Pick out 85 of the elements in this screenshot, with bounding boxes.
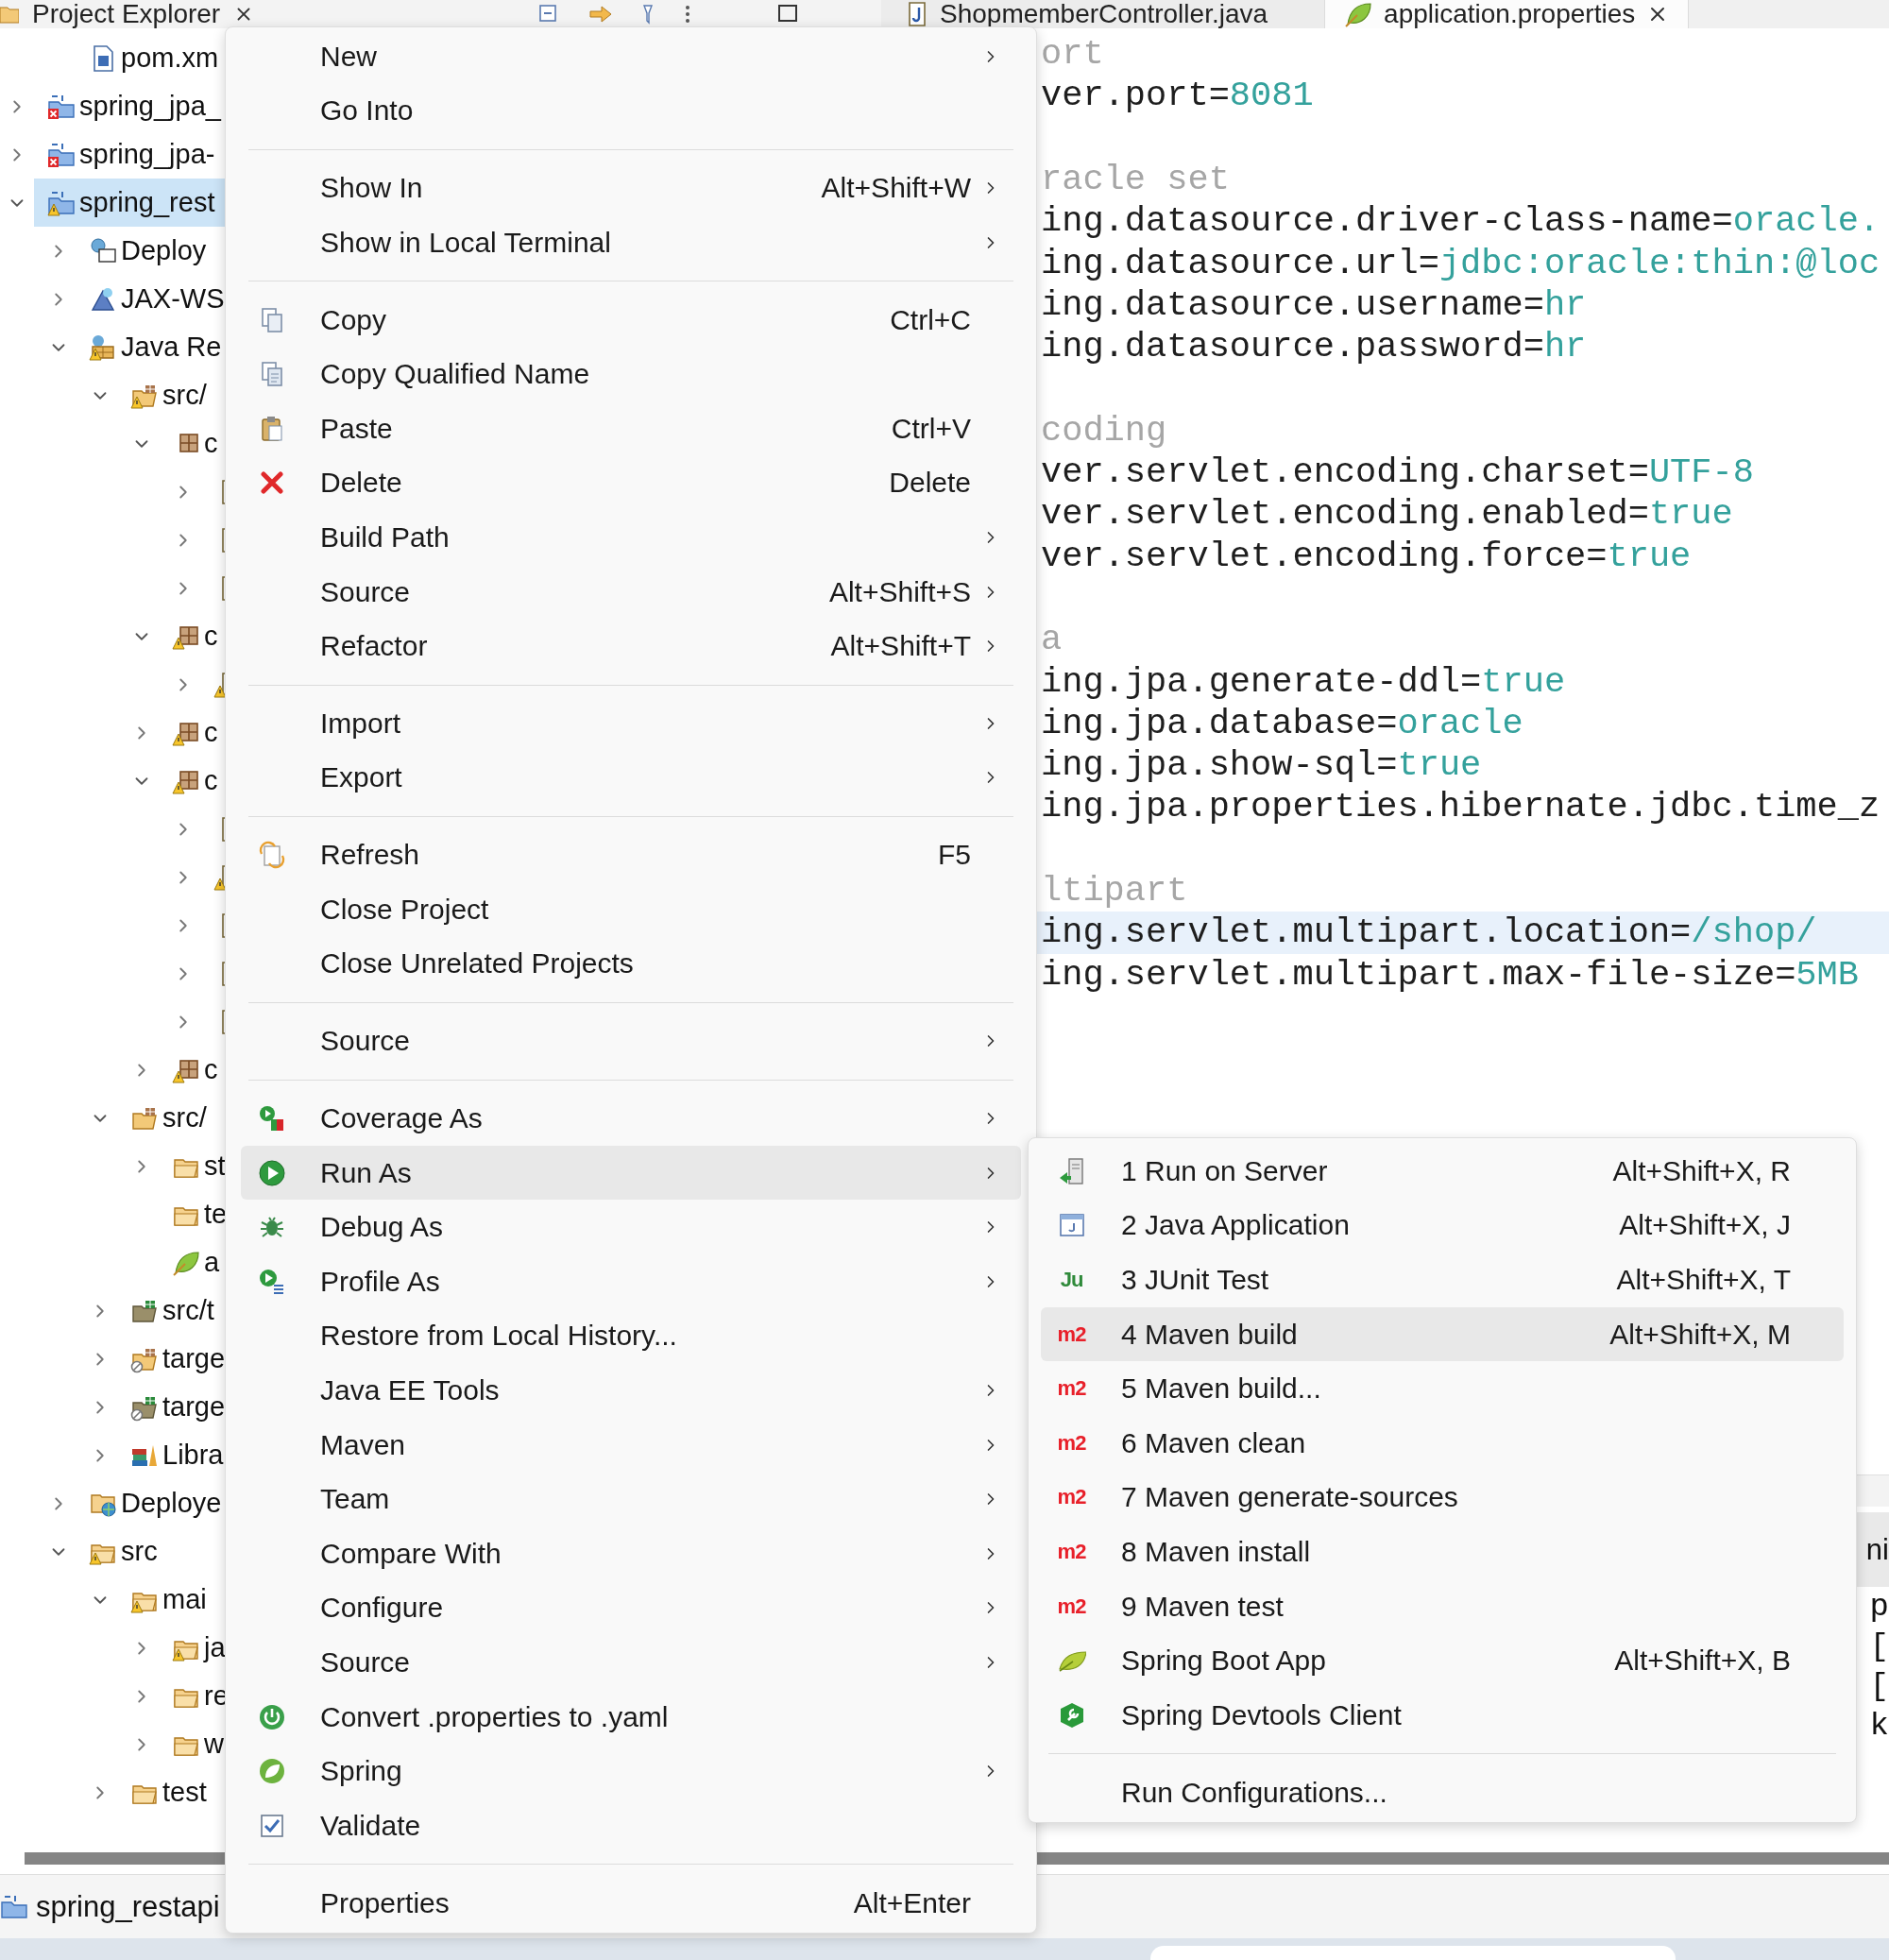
tree-item-label: test	[162, 1777, 207, 1808]
property-key: ing.datasource.driver-class-name=	[1041, 201, 1733, 242]
tree-item-label: c	[204, 621, 218, 652]
code-comment: ort	[1041, 34, 1104, 75]
tree-item-label: spring_jpa-	[79, 139, 215, 170]
shortcut-text: Alt+Shift+X, J	[1619, 1209, 1791, 1242]
property-value: /shop/	[1691, 912, 1817, 953]
tree-item-label: pom.xm	[121, 43, 219, 74]
property-value: true	[1397, 745, 1482, 786]
tree-item-label: Deploy	[121, 235, 207, 266]
code-comment: a	[1041, 620, 1063, 660]
shortcut-text: Alt+Shift+T	[830, 630, 971, 663]
property-value: hr	[1543, 327, 1587, 367]
shortcut-text: Ctrl+C	[890, 303, 971, 336]
property-key: ver.port=	[1041, 76, 1230, 116]
tree-item-label: ja	[204, 1632, 226, 1663]
tree-item-label: src/t	[162, 1295, 214, 1326]
tree-item-label: te	[204, 1199, 228, 1230]
tree-item-label: c	[204, 717, 218, 748]
shortcut-text: F5	[938, 839, 971, 872]
shortcut-text: Delete	[889, 467, 971, 500]
property-key: ing.jpa.database=	[1041, 703, 1398, 743]
tree-item-label: mai	[162, 1584, 207, 1615]
tree-item-label: spring_rest	[79, 187, 215, 218]
property-key: ing.jpa.show-sql=	[1041, 745, 1398, 786]
property-value: oracle.	[1732, 201, 1880, 242]
shortcut-text: Alt+Shift+X, T	[1616, 1264, 1791, 1296]
code-comment: coding	[1041, 410, 1167, 451]
console-text: k	[1869, 1708, 1889, 1745]
shortcut-text: Alt+Shift+W	[821, 172, 971, 205]
console-text: p	[1869, 1589, 1889, 1626]
property-value: jdbc:oracle:thin:@loc	[1438, 243, 1880, 283]
console-text: [	[1869, 1668, 1889, 1705]
property-key: ing.datasource.username=	[1041, 284, 1544, 325]
tree-item-label: Libra	[162, 1440, 224, 1471]
tree-item-label: targe	[162, 1343, 226, 1374]
property-value: UTF-8	[1648, 452, 1754, 493]
tree-item-label: src/	[162, 380, 207, 411]
status-text: spring_restapi	[36, 1889, 220, 1924]
shortcut-text: Alt+Shift+X, M	[1609, 1318, 1791, 1351]
tree-item-label: w	[204, 1729, 224, 1760]
property-value: true	[1481, 661, 1566, 702]
property-key: ver.servlet.encoding.force=	[1041, 536, 1608, 576]
property-key: ver.servlet.encoding.charset=	[1041, 452, 1649, 493]
tree-item-label: st	[204, 1150, 226, 1182]
property-key: ver.servlet.encoding.enabled=	[1041, 494, 1649, 535]
shortcut-text: Alt+Shift+X, B	[1614, 1645, 1791, 1678]
property-key: ing.servlet.multipart.location=	[1041, 912, 1692, 953]
tree-item-label: c	[204, 1054, 218, 1085]
shortcut-text: Alt+Shift+X, R	[1612, 1154, 1791, 1187]
tree-item-label: targe	[162, 1391, 226, 1423]
property-key: ing.servlet.multipart.max-file-size=	[1041, 954, 1796, 995]
property-key: ing.jpa.generate-ddl=	[1041, 661, 1482, 702]
property-value: 5MB	[1795, 954, 1859, 995]
tree-item-label: Java Re	[121, 332, 222, 363]
tree-item-label: src/	[162, 1102, 207, 1133]
tree-item-label: src	[121, 1536, 158, 1567]
property-key: ing.jpa.properties.hibernate.jdbc.time_z	[1041, 787, 1880, 827]
shortcut-text: Alt+Enter	[853, 1886, 971, 1919]
logo-text: m2	[1057, 1594, 1086, 1619]
tree-item-label: JAX-WS	[121, 283, 225, 315]
logo-text: Ju	[1060, 1268, 1083, 1292]
property-key: ing.datasource.password=	[1041, 327, 1544, 367]
logo-text: m2	[1057, 1485, 1086, 1510]
property-value: oracle	[1397, 703, 1523, 743]
code-comment: ltipart	[1041, 871, 1188, 912]
property-value: hr	[1543, 284, 1587, 325]
shortcut-text: Alt+Shift+S	[828, 575, 971, 608]
logo-text: m2	[1057, 1539, 1086, 1564]
code-comment: racle set	[1041, 160, 1230, 200]
logo-text: m2	[1057, 1321, 1086, 1347]
property-value: true	[1607, 536, 1692, 576]
tree-item-label: c	[204, 765, 218, 796]
console-text: [	[1869, 1628, 1889, 1665]
logo-text: m2	[1057, 1376, 1086, 1402]
shortcut-text: Ctrl+V	[891, 412, 971, 445]
tree-item-label: spring_jpa_	[79, 91, 221, 122]
property-key: ing.datasource.url=	[1041, 243, 1439, 283]
property-value: 8081	[1229, 76, 1314, 116]
tree-item-label: Deploye	[121, 1488, 222, 1519]
property-value: true	[1648, 494, 1733, 535]
tree-item-label: c	[204, 428, 218, 459]
tree-item-label: a	[204, 1247, 220, 1278]
view-title: Project Explorer	[32, 0, 221, 28]
logo-text: m2	[1057, 1430, 1086, 1456]
